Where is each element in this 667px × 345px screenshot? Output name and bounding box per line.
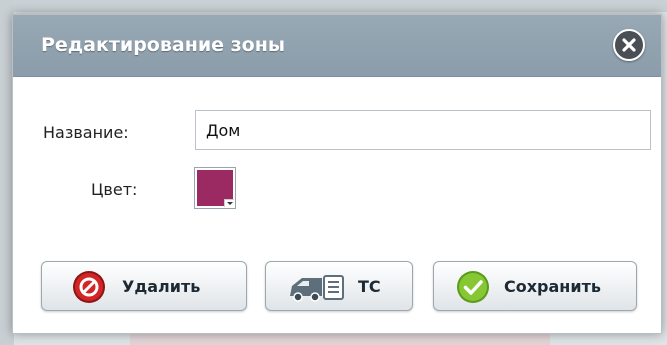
color-picker[interactable]: [194, 167, 236, 209]
dropdown-arrow-icon: [224, 199, 234, 207]
edit-zone-dialog: Редактирование зоны Название: Цвет: Удал…: [12, 14, 662, 334]
dialog-title: Редактирование зоны: [41, 34, 286, 56]
close-button[interactable]: [613, 29, 645, 61]
delete-button-label: Удалить: [122, 277, 201, 296]
save-button[interactable]: Сохранить: [433, 261, 637, 311]
dialog-titlebar[interactable]: Редактирование зоны: [13, 15, 661, 77]
color-label: Цвет:: [91, 180, 138, 199]
name-input[interactable]: [195, 110, 651, 150]
background-toolbar: [0, 0, 667, 12]
delete-button[interactable]: Удалить: [41, 261, 247, 311]
save-button-label: Сохранить: [504, 277, 601, 296]
checkmark-icon: [457, 271, 489, 303]
close-icon: [622, 38, 636, 52]
vehicles-button[interactable]: ТС: [265, 261, 413, 311]
name-label: Название:: [43, 123, 129, 142]
vehicles-button-label: ТС: [358, 277, 381, 296]
vehicle-list-icon: [290, 275, 344, 302]
forbidden-icon: [73, 271, 105, 303]
